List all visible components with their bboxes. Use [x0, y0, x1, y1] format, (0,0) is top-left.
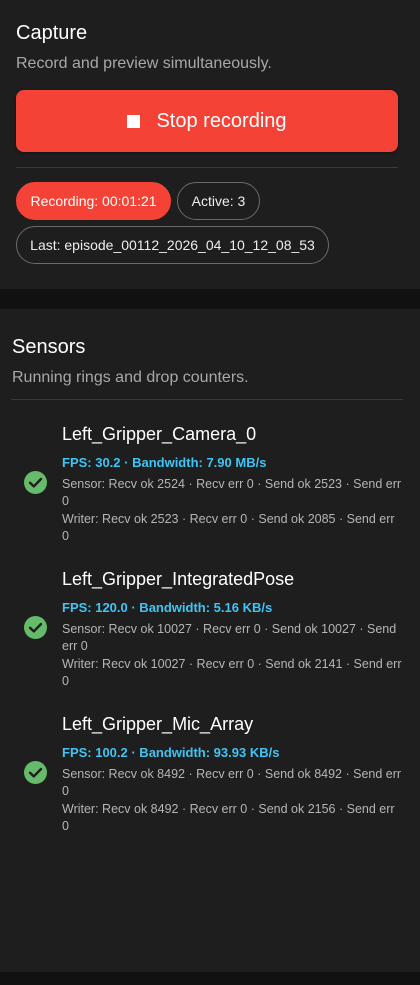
sensor-metrics: FPS: 30.2 · Bandwidth: 7.90 MB/s [62, 455, 267, 470]
sensor-name: Left_Gripper_IntegratedPose [62, 569, 295, 589]
sensor-name: Left_Gripper_Mic_Array [62, 714, 254, 734]
sensor-counters: Sensor: Recv ok 8492 · Recv err 0 · Send… [62, 767, 402, 798]
stop-square-icon [127, 114, 141, 128]
writer-counters: Writer: Recv ok 10027 · Recv err 0 · Sen… [62, 657, 402, 688]
sensor-counters: Sensor: Recv ok 10027 · Recv err 0 · Sen… [62, 622, 397, 653]
check-circle-icon [24, 616, 47, 639]
stop-recording-label: Stop recording [156, 109, 287, 132]
capture-panel: Capture Record and preview simultaneousl… [0, 0, 420, 289]
recording-timer-chip: Recording: 00:01:21 [16, 182, 171, 220]
capture-title: Capture [16, 22, 88, 44]
writer-counters: Writer: Recv ok 8492 · Recv err 0 · Send… [62, 802, 395, 833]
sensors-subtitle: Running rings and drop counters. [12, 369, 249, 386]
divider [11, 399, 403, 400]
check-circle-icon [24, 761, 47, 784]
sensor-counters: Sensor: Recv ok 2524 · Recv err 0 · Send… [62, 477, 402, 508]
active-count-chip: Active: 3 [177, 182, 260, 220]
sensor-name: Left_Gripper_Camera_0 [62, 424, 257, 444]
writer-counters: Writer: Recv ok 2523 · Recv err 0 · Send… [62, 512, 395, 543]
capture-subtitle: Record and preview simultaneously. [16, 55, 272, 72]
sensors-panel: Sensors Running rings and drop counters.… [0, 309, 420, 972]
last-episode-chip: Last: episode_00112_2026_04_10_12_08_53 [16, 226, 329, 264]
stop-recording-button[interactable]: Stop recording [16, 90, 398, 152]
sensor-metrics: FPS: 120.0 · Bandwidth: 5.16 KB/s [62, 600, 273, 615]
check-circle-icon [24, 471, 47, 494]
sensor-metrics: FPS: 100.2 · Bandwidth: 93.93 KB/s [62, 745, 280, 760]
divider [16, 167, 398, 168]
sensors-title: Sensors [12, 336, 86, 358]
